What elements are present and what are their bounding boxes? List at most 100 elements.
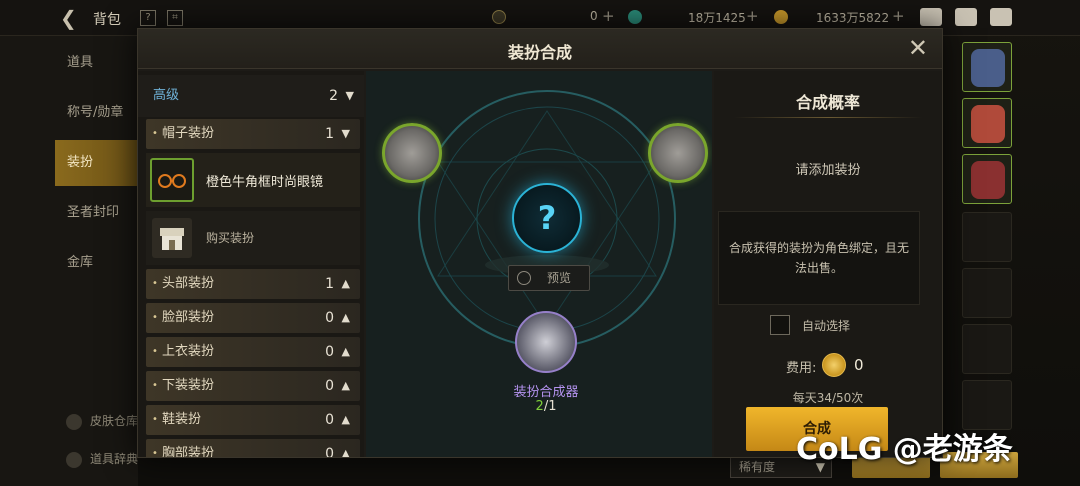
- category-label: 帽子装扮: [162, 126, 215, 141]
- material-slot-left[interactable]: [382, 123, 442, 183]
- inventory-slot[interactable]: [962, 154, 1012, 204]
- grade-selector[interactable]: 高级 2 ▼: [138, 75, 364, 117]
- chevron-up-icon: ▲: [341, 413, 350, 426]
- back-arrow-icon[interactable]: ❮: [60, 8, 84, 28]
- probability-panel: 合成概率 请添加装扮 合成获得的装扮为角色绑定，且无法出售。 自动选择 费用: …: [714, 71, 942, 457]
- item-dictionary-link[interactable]: 道具辞典: [66, 450, 138, 468]
- auto-select-label: 自动选择: [802, 319, 851, 333]
- category-shoes[interactable]: 鞋装扮 0 ▲: [146, 405, 360, 435]
- skin-storage-link[interactable]: 皮肤仓库: [66, 412, 138, 430]
- inventory-slot[interactable]: [962, 268, 1012, 318]
- category-list: 高级 2 ▼ 帽子装扮 1 ▼ 橙色牛角框时尚眼镜 购买装扮: [138, 71, 364, 457]
- currency-2-value: 18万1425: [688, 11, 746, 25]
- character-avatar-icon: [971, 105, 1005, 143]
- helmet-avatar-icon: [971, 49, 1005, 87]
- category-count: 0: [325, 446, 334, 457]
- mail-icon[interactable]: [955, 8, 977, 26]
- category-bottom[interactable]: 下装装扮 0 ▲: [146, 371, 360, 401]
- category-count: 0: [325, 378, 334, 394]
- synthesis-modal: 装扮合成 ✕ 高级 2 ▼ 帽子装扮 1 ▼ 橙色牛角框时尚眼镜: [137, 28, 943, 458]
- help-icon[interactable]: ?: [140, 10, 156, 26]
- category-head[interactable]: 头部装扮 1 ▲: [146, 269, 360, 299]
- glasses-icon: [150, 158, 194, 202]
- chevron-down-icon: ▼: [345, 89, 354, 102]
- skin-storage-label: 皮肤仓库: [90, 414, 139, 428]
- binding-note: 合成获得的装扮为角色绑定，且无法出售。: [718, 211, 920, 305]
- category-top[interactable]: 上衣装扮 0 ▲: [146, 337, 360, 367]
- category-label: 下装装扮: [162, 378, 215, 393]
- close-icon[interactable]: ✕: [908, 35, 928, 61]
- category-label: 头部装扮: [162, 276, 215, 291]
- search-icon: [517, 271, 531, 285]
- dictionary-icon[interactable]: ⌗: [167, 10, 183, 26]
- divider: [734, 117, 922, 118]
- category-count: 0: [325, 412, 334, 428]
- modal-title: 装扮合成: [507, 43, 572, 62]
- synthesizer-name: 装扮合成器: [513, 385, 579, 400]
- selected-item-row[interactable]: 橙色牛角框时尚眼镜: [146, 153, 360, 207]
- gold-coin-icon: [822, 353, 846, 377]
- category-label: 脸部装扮: [162, 310, 215, 325]
- item-name: 橙色牛角框时尚眼镜: [206, 175, 324, 190]
- preview-button[interactable]: 预览: [508, 265, 590, 291]
- synthesizer-have: 2: [535, 399, 544, 414]
- synthesizer-icon[interactable]: [515, 311, 577, 373]
- chat-icon[interactable]: [990, 8, 1012, 26]
- add-currency-3-button[interactable]: +: [892, 7, 905, 25]
- left-nav: 道具 称号/勋章 装扮 圣者封印 金库 皮肤仓库 道具辞典: [0, 36, 138, 486]
- inventory-slot[interactable]: [962, 42, 1012, 92]
- nav-item-items[interactable]: 道具: [55, 40, 138, 86]
- buy-label: 购买装扮: [206, 231, 255, 245]
- category-label: 鞋装扮: [162, 412, 202, 427]
- modal-header: 装扮合成 ✕: [138, 29, 942, 69]
- item-dictionary-label: 道具辞典: [90, 452, 139, 466]
- category-count: 1: [325, 276, 334, 292]
- category-count: 0: [325, 310, 334, 326]
- fee-label: 费用:: [786, 361, 817, 376]
- synthesizer-need: /1: [543, 399, 557, 414]
- add-currency-1-button[interactable]: +: [602, 7, 615, 25]
- preview-label: 预览: [547, 271, 572, 285]
- buy-avatar-row[interactable]: 购买装扮: [146, 211, 360, 265]
- nav-item-titles[interactable]: 称号/勋章: [55, 90, 138, 136]
- game-screen: ❮ 背包 ? ⌗ 0 + 18万1425 + 1633万5822 + 道具 称号…: [0, 0, 1080, 486]
- page-title: 背包: [93, 12, 121, 28]
- inventory-slot[interactable]: [962, 98, 1012, 148]
- fee-value: 0: [854, 356, 864, 374]
- grade-label: 高级: [153, 88, 180, 103]
- nav-item-seal[interactable]: 圣者封印: [55, 190, 138, 236]
- add-currency-2-button[interactable]: +: [746, 7, 759, 25]
- chevron-up-icon: ▲: [341, 277, 350, 290]
- bag-icon[interactable]: [920, 8, 942, 26]
- chevron-up-icon: ▲: [341, 311, 350, 324]
- category-count: 1: [325, 126, 334, 142]
- chevron-up-icon: ▲: [341, 345, 350, 358]
- currency-3-value: 1633万5822: [816, 11, 890, 25]
- nav-item-avatar[interactable]: 装扮: [55, 140, 138, 186]
- shop-icon: [152, 218, 192, 258]
- result-unknown-icon: ?: [512, 183, 582, 253]
- synthesizer-count: 2/1: [486, 399, 606, 414]
- rarity-label: 稀有度: [739, 460, 776, 474]
- category-chest[interactable]: 胸部装扮 0 ▲: [146, 439, 360, 457]
- material-slot-right[interactable]: [648, 123, 708, 183]
- inventory-slot[interactable]: [962, 212, 1012, 262]
- add-avatar-hint: 请添加装扮: [795, 163, 861, 178]
- probability-title: 合成概率: [795, 93, 860, 112]
- currency-1-value: 0: [590, 9, 598, 23]
- nav-item-vault[interactable]: 金库: [55, 240, 138, 286]
- inventory-slot[interactable]: [962, 324, 1012, 374]
- synthesis-area: ? 预览 装扮合成器 2/1: [366, 71, 712, 457]
- gold-icon: [774, 10, 788, 24]
- chevron-up-icon: ▲: [341, 379, 350, 392]
- gold-coin-icon: [492, 10, 506, 24]
- book-icon: [66, 451, 82, 468]
- inventory-slot[interactable]: [962, 380, 1012, 430]
- watermark: CoLG @老游条: [796, 432, 1013, 467]
- chevron-down-icon: ▼: [341, 127, 350, 140]
- category-face[interactable]: 脸部装扮 0 ▲: [146, 303, 360, 333]
- daily-limit: 每天34/50次: [792, 391, 864, 405]
- auto-select-checkbox[interactable]: [770, 315, 790, 335]
- category-label: 胸部装扮: [162, 446, 215, 457]
- category-hat[interactable]: 帽子装扮 1 ▼: [146, 119, 360, 149]
